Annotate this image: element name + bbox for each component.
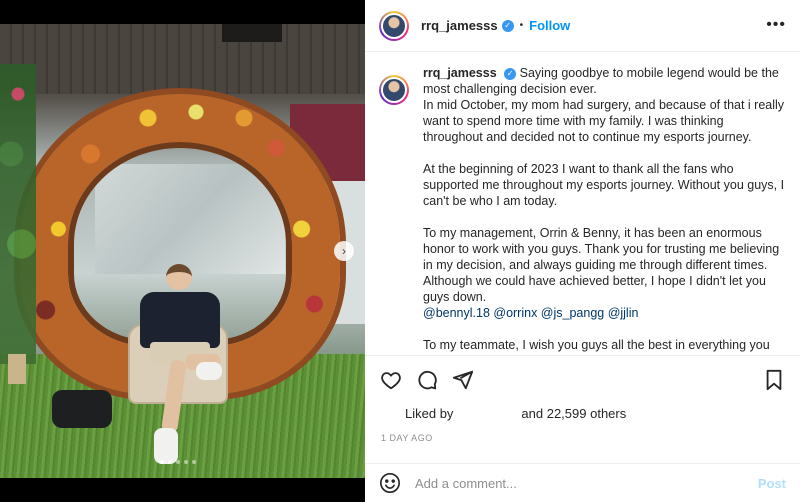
avatar[interactable] (379, 75, 409, 105)
pagination-dot (160, 460, 164, 464)
more-icon[interactable]: ••• (766, 16, 786, 34)
photo-pagination-dots (160, 460, 196, 464)
post-comment-button[interactable]: Post (758, 476, 786, 491)
caption-mentions[interactable]: @bennyl.18 @orrinx @js_pangg @jjlin (423, 305, 786, 321)
liked-by-label: Liked by (405, 406, 454, 421)
caption-paragraph: rrq_jamesss ✓ Saying goodbye to mobile l… (423, 65, 786, 97)
bookmark-icon[interactable] (762, 368, 786, 392)
pagination-dot (176, 460, 180, 464)
heart-icon[interactable] (379, 368, 403, 392)
post-header: rrq_jamesss ✓ • Follow ••• (365, 0, 800, 52)
emoji-icon[interactable] (379, 472, 401, 494)
photo-stool (8, 354, 26, 384)
caption-username[interactable]: rrq_jamesss (423, 66, 497, 80)
caption-line: At the beginning of 2023 I want to thank… (423, 162, 785, 208)
verified-icon: ✓ (504, 67, 517, 80)
post-timestamp[interactable]: 1 DAY AGO (381, 433, 433, 443)
next-photo-button[interactable]: › (334, 241, 354, 261)
share-icon[interactable] (451, 368, 475, 392)
comment-input[interactable] (415, 475, 758, 491)
header-separator: • (519, 20, 524, 31)
header-username[interactable]: rrq_jamesss (421, 18, 498, 33)
pagination-dot (184, 460, 188, 464)
avatar[interactable] (379, 10, 409, 41)
actions-divider (365, 355, 800, 356)
photo-plant (0, 64, 36, 364)
caption-line: To my management, Orrin & Benny, it has … (423, 226, 780, 304)
photo-person-shoe (154, 428, 178, 464)
likes-summary: Liked by and 22,599 others (379, 406, 626, 421)
next-arrow-icon: › (342, 244, 346, 258)
pagination-dot (168, 460, 172, 464)
caption-line: In mid October, my mom had surgery, and … (423, 98, 785, 144)
photo-person-head (166, 264, 192, 290)
likes-count[interactable]: and 22,599 others (521, 406, 626, 421)
photo-person-body (140, 292, 220, 348)
caption: rrq_jamesss ✓ Saying goodbye to mobile l… (423, 65, 786, 353)
follow-button[interactable]: Follow (529, 18, 570, 33)
post-photo-panel: › (0, 0, 365, 502)
comment-composer: Post (365, 463, 800, 502)
post-details-panel: rrq_jamesss ✓ • Follow ••• rrq_jamesss ✓… (365, 0, 800, 502)
comments-section[interactable]: rrq_jamesss ✓ Saying goodbye to mobile l… (365, 53, 800, 353)
caption-line: To my teammate, I wish you guys all the … (423, 338, 770, 352)
caption-row: rrq_jamesss ✓ Saying goodbye to mobile l… (379, 65, 786, 353)
verified-icon: ✓ (501, 19, 514, 32)
photo-person-shoe (196, 362, 222, 380)
action-bar (379, 366, 786, 394)
pagination-dot (192, 460, 196, 464)
photo-bag (52, 390, 112, 428)
post-photo[interactable] (0, 24, 365, 478)
photo-ceiling (0, 24, 365, 94)
comment-icon[interactable] (415, 368, 439, 392)
